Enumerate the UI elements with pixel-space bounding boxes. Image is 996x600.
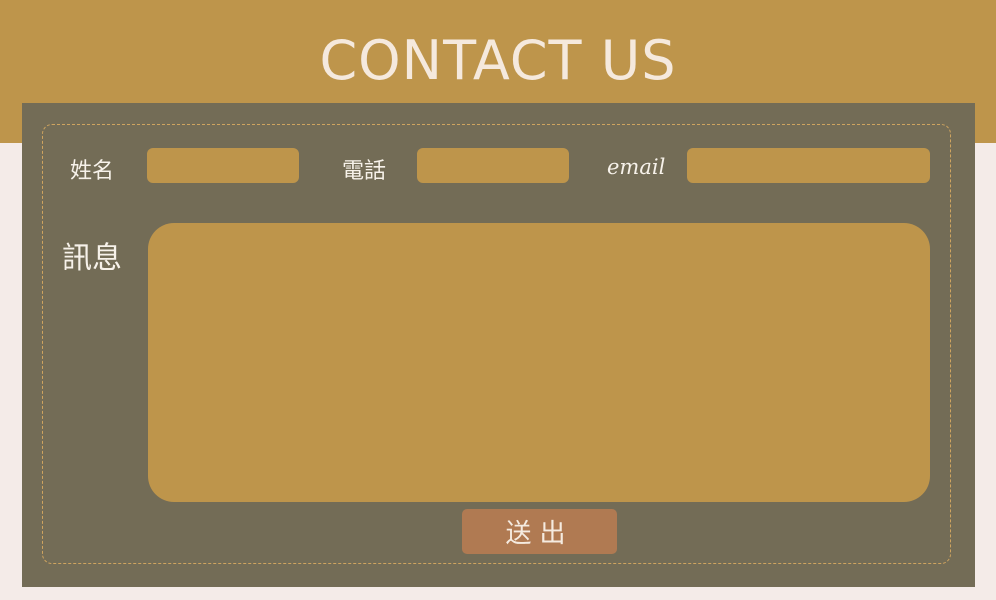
message-textarea[interactable]: [148, 223, 930, 502]
email-field[interactable]: [687, 148, 930, 183]
submit-button[interactable]: 送出: [462, 509, 617, 554]
email-label: email: [607, 155, 666, 179]
page-title: CONTACT US: [319, 29, 677, 92]
message-label: 訊息: [62, 241, 122, 276]
contact-form-panel: 姓名 電話 email 訊息 送出: [22, 103, 975, 587]
name-field[interactable]: [147, 148, 299, 183]
name-label: 姓名: [70, 159, 115, 184]
phone-field[interactable]: [417, 148, 569, 183]
phone-label: 電話: [342, 159, 387, 184]
